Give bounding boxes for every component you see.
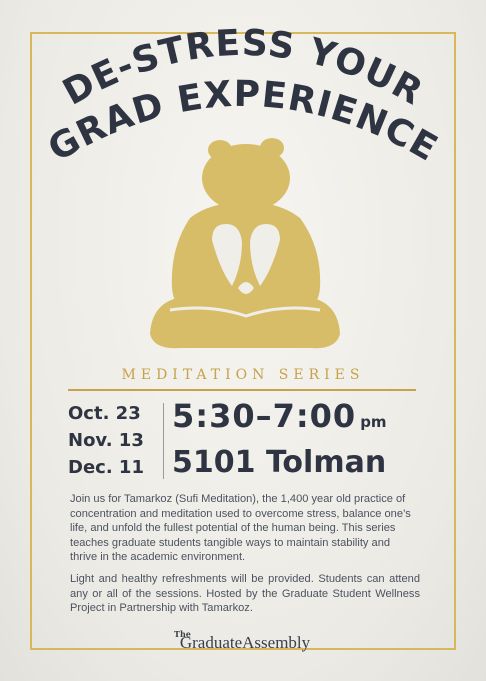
- poster: DE-STRESS YOUR GRAD EXPERIENCE MEDITATIO…: [0, 0, 486, 681]
- graduate-assembly-logo: The GraduateAssembly: [150, 629, 340, 653]
- date-item: Oct. 23: [68, 403, 141, 424]
- event-location: 5101 Tolman: [172, 445, 387, 480]
- event-time: 5:30–7:00 pm: [172, 397, 387, 435]
- time-range: 5:30–7:00: [172, 397, 357, 435]
- details-paragraph: Light and healthy refreshments will be p…: [70, 573, 420, 614]
- logo-small-text: The: [174, 629, 191, 639]
- date-item: Nov. 13: [68, 430, 144, 451]
- time-suffix: pm: [360, 413, 387, 431]
- meditating-bear-icon: [150, 138, 340, 349]
- dates-list: Oct. 23 Nov. 13 Dec. 11: [68, 400, 160, 481]
- logo-name: GraduateAssembly: [179, 633, 311, 652]
- intro-paragraph: Join us for Tamarkoz (Sufi Meditation), …: [70, 493, 411, 563]
- series-label: MEDITATION SERIES: [121, 367, 365, 383]
- date-item: Dec. 11: [68, 457, 144, 478]
- vertical-divider: [163, 403, 164, 479]
- series-divider: [68, 389, 416, 391]
